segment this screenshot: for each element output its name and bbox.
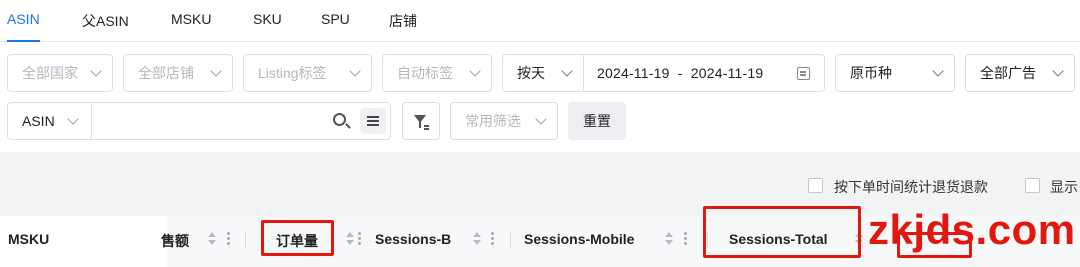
watermark-text: zkjds.com bbox=[868, 206, 1076, 253]
chevron-down-icon bbox=[349, 65, 361, 77]
more-icon[interactable] bbox=[491, 232, 494, 246]
list-icon-line bbox=[367, 120, 379, 122]
tab-sku[interactable]: SKU bbox=[253, 11, 282, 42]
chevron-down-icon bbox=[67, 113, 79, 125]
date-range-value: 2024-11-19 - 2024-11-19 bbox=[597, 65, 764, 81]
search-field-select[interactable]: ASIN bbox=[8, 103, 92, 139]
ads-select[interactable]: 全部广告 bbox=[965, 54, 1075, 92]
chevron-down-icon bbox=[469, 65, 481, 77]
country-select[interactable]: 全部国家 bbox=[7, 54, 113, 92]
calendar-icon bbox=[797, 67, 810, 80]
common-filter-select[interactable]: 常用筛选 bbox=[450, 102, 558, 140]
more-icon[interactable] bbox=[358, 232, 361, 246]
store-select-value: 全部店铺 bbox=[138, 65, 194, 81]
batch-input-button[interactable] bbox=[360, 108, 386, 134]
column-header-sales[interactable]: 售额 bbox=[161, 231, 189, 251]
reset-button[interactable]: 重置 bbox=[568, 102, 626, 140]
tab-bar: ASIN 父ASIN MSKU SKU SPU 店铺 bbox=[0, 0, 1080, 42]
tab-asin[interactable]: ASIN bbox=[7, 11, 40, 42]
list-icon-line bbox=[367, 124, 379, 126]
tab-store[interactable]: 店铺 bbox=[389, 11, 417, 42]
sort-icon[interactable] bbox=[665, 232, 673, 246]
listing-tag-select[interactable]: Listing标签 bbox=[243, 54, 372, 92]
search-group: ASIN bbox=[7, 102, 391, 140]
column-separator bbox=[245, 232, 246, 248]
highlight-box-orders bbox=[261, 220, 334, 256]
chevron-down-icon bbox=[535, 113, 547, 125]
auto-tag-select[interactable]: 自动标签 bbox=[382, 54, 492, 92]
search-icon[interactable] bbox=[333, 113, 346, 126]
granularity-select[interactable]: 按天 bbox=[502, 54, 584, 92]
more-icon[interactable] bbox=[684, 232, 687, 246]
filter-icon-lines bbox=[424, 125, 429, 127]
column-separator bbox=[510, 232, 511, 248]
tab-spu[interactable]: SPU bbox=[321, 11, 350, 42]
refund-by-order-time-label: 按下单时间统计退货退款 bbox=[834, 179, 988, 195]
list-icon bbox=[367, 116, 379, 118]
store-select[interactable]: 全部店铺 bbox=[123, 54, 233, 92]
sort-icon[interactable] bbox=[208, 232, 216, 246]
chevron-down-icon bbox=[1052, 65, 1064, 77]
column-header-sessions-mobile[interactable]: Sessions-Mobile bbox=[524, 231, 634, 247]
column-header-sessions-b[interactable]: Sessions-B bbox=[375, 231, 451, 247]
currency-select[interactable]: 原币种 bbox=[835, 54, 955, 92]
column-header-msku[interactable]: MSKU bbox=[8, 231, 49, 247]
sort-icon[interactable] bbox=[473, 232, 481, 246]
filter-icon-stem bbox=[419, 122, 421, 128]
show-label: 显示 bbox=[1050, 179, 1078, 195]
tab-msku[interactable]: MSKU bbox=[171, 11, 211, 42]
highlight-box-sessions-total bbox=[703, 206, 861, 258]
chevron-down-icon bbox=[932, 65, 944, 77]
sort-icon[interactable] bbox=[346, 232, 354, 246]
chevron-down-icon bbox=[90, 65, 102, 77]
show-checkbox[interactable] bbox=[1025, 178, 1040, 193]
chevron-down-icon bbox=[561, 65, 573, 77]
common-filter-value: 常用筛选 bbox=[465, 113, 521, 129]
granularity-select-value: 按天 bbox=[517, 65, 545, 81]
listing-tag-select-value: Listing标签 bbox=[258, 65, 327, 81]
refund-by-order-time-checkbox[interactable] bbox=[808, 178, 823, 193]
more-icon[interactable] bbox=[227, 232, 230, 246]
date-range-picker[interactable]: 2024-11-19 - 2024-11-19 bbox=[584, 54, 825, 92]
auto-tag-select-value: 自动标签 bbox=[397, 65, 453, 81]
chevron-down-icon bbox=[210, 65, 222, 77]
ads-select-value: 全部广告 bbox=[980, 65, 1036, 81]
currency-select-value: 原币种 bbox=[850, 65, 892, 81]
search-field-value: ASIN bbox=[22, 113, 55, 129]
search-input[interactable] bbox=[93, 104, 323, 138]
tab-parent-asin[interactable]: 父ASIN bbox=[82, 11, 129, 42]
country-select-value: 全部国家 bbox=[22, 65, 78, 81]
advanced-filter-button[interactable] bbox=[402, 102, 440, 140]
